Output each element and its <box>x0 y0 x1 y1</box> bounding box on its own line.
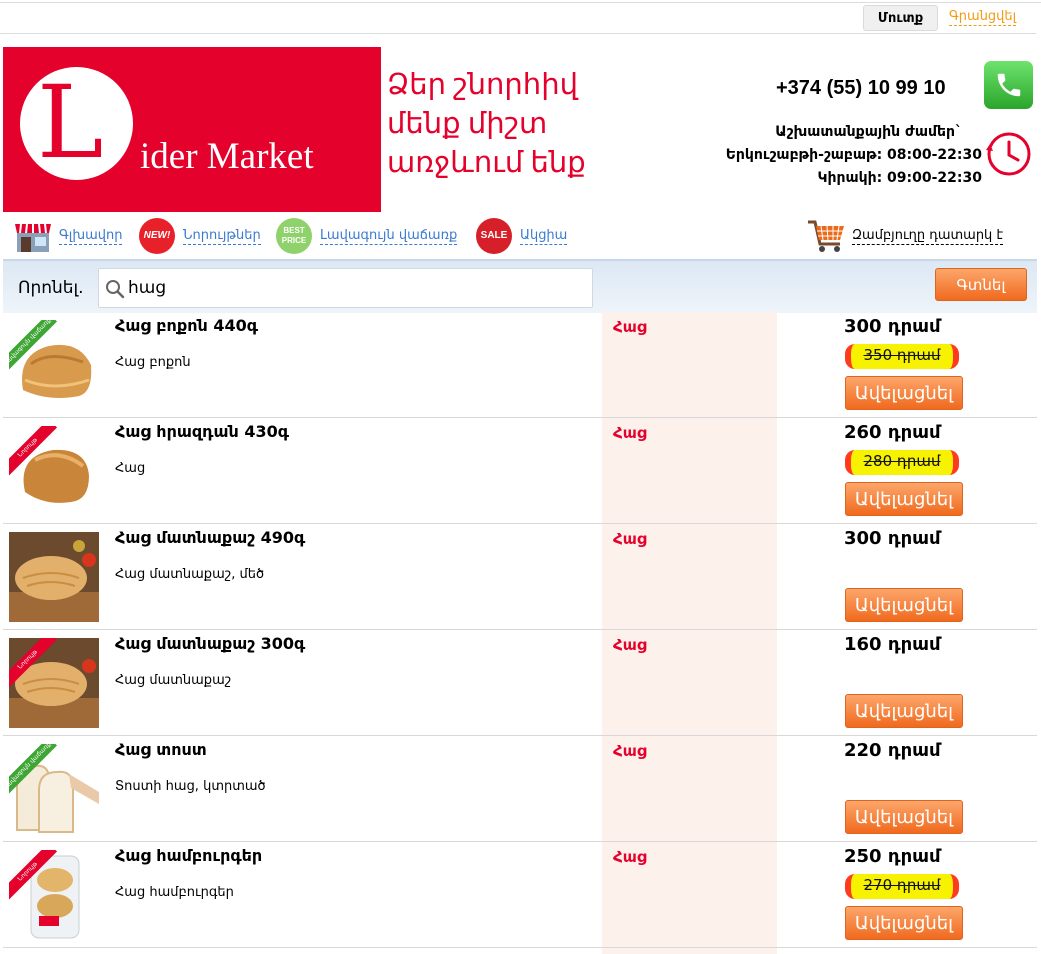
search-button[interactable]: Գտնել <box>935 268 1027 301</box>
product-category: Հաց <box>613 424 647 442</box>
product-row: Նորույթ Հաց մատնաքաշ 300գ Հաց մատնաքաշ Հ… <box>3 630 1037 736</box>
nav-home[interactable]: Գլխավոր <box>13 217 123 255</box>
clock-icon <box>986 132 1031 176</box>
sale-badge: SALE <box>476 218 512 254</box>
slogan: Ձեր շնորհիվ մենք միշտ առջևում ենք <box>387 66 617 183</box>
register-link[interactable]: Գրանցվել <box>949 9 1017 26</box>
product-description: Հաց մատնաքաշ <box>115 673 232 688</box>
product-image[interactable]: Նորույթ <box>9 850 99 940</box>
product-image[interactable]: Լավագույն վաճառք <box>9 320 99 410</box>
nav-best[interactable]: BEST PRICE Լավագույն վաճառք <box>274 217 458 255</box>
add-to-cart-button[interactable]: Ավելացնել <box>845 800 963 834</box>
product-name[interactable]: Հաց տոստ <box>115 739 207 761</box>
product-name[interactable]: Հաց հրազդան 430գ <box>115 421 289 443</box>
nav-sale[interactable]: SALE Ակցիա <box>474 217 568 255</box>
top-border <box>0 2 1041 3</box>
product-name[interactable]: Հաց մատնաքաշ 490գ <box>115 527 305 549</box>
product-description: Հաց <box>115 461 146 476</box>
add-to-cart-button[interactable]: Ավելացնել <box>845 906 963 940</box>
product-category: Հաց <box>613 636 647 654</box>
login-button[interactable]: Մուտք <box>863 5 938 31</box>
matnakash-bread-icon <box>9 638 99 728</box>
logo[interactable]: L ider Market <box>3 47 381 212</box>
matnakash-bread-icon <box>9 532 99 622</box>
slogan-line: մենք միշտ <box>387 108 548 140</box>
working-hours: Աշխատանքային ժամեր` Երկուշաբթի-շաբաթ: 08… <box>726 121 982 190</box>
slogan-line: առջևում ենք <box>387 147 586 179</box>
hours-weekdays: Երկուշաբթի-շաբաթ: 08:00-22:30 <box>725 147 982 163</box>
product-row: Նորույթ Հաց համբուրգեր Հաց համբուրգեր Հա… <box>3 842 1037 948</box>
product-image[interactable]: Նորույթ <box>9 426 99 516</box>
best-price-badge: BEST PRICE <box>276 218 312 254</box>
add-to-cart-button[interactable]: Ավելացնել <box>845 694 963 728</box>
search-icon <box>106 280 125 299</box>
slogan-line: Ձեր շնորհիվ <box>387 69 578 101</box>
best-price-icon: BEST PRICE <box>274 217 314 255</box>
cart-icon <box>806 217 846 255</box>
store-icon <box>13 217 53 255</box>
product-row: Լավագույն վաճառք Հաց բոքոն 440գ Հաց բոքո… <box>3 312 1037 418</box>
product-category: Հաց <box>613 742 647 760</box>
product-row: Հաց մատնաքաշ 490գ Հաց մատնաքաշ, մեծ Հաց … <box>3 524 1037 630</box>
product-category: Հաց <box>613 530 647 548</box>
cart[interactable]: Զամբյուղը դատարկ է <box>806 217 1004 255</box>
product-old-price: 350 դրամ <box>845 344 959 369</box>
product-row: Լավագույն վաճառք Հաց տոստ Տոստի հաց, կտր… <box>3 736 1037 842</box>
product-image[interactable]: Լավագույն վաճառք <box>9 744 99 834</box>
logo-letter: L <box>37 64 104 181</box>
nav-home-label[interactable]: Գլխավոր <box>59 228 123 245</box>
product-description: Հաց մատնաքաշ, մեծ <box>115 567 265 582</box>
product-row: Նորույթ Հաց հրազդան 430գ Հաց Հաց 260 դրա… <box>3 418 1037 524</box>
hours-sunday: Կիրակի: 09:00-22:30 <box>817 170 982 186</box>
product-price: 250 դրամ <box>844 846 941 867</box>
phone-number: +374 (55) 10 99 10 <box>776 77 946 99</box>
search-box[interactable] <box>98 268 593 308</box>
bread-loaf-icon <box>9 320 99 410</box>
nav-best-label[interactable]: Լավագույն վաճառք <box>320 228 458 245</box>
product-price: 300 դրամ <box>844 316 941 337</box>
toast-bread-icon <box>9 744 99 834</box>
product-price: 220 դրամ <box>844 740 941 761</box>
product-description: Հաց բոքոն <box>115 355 191 370</box>
nav-new-label[interactable]: Նորույթներ <box>183 228 261 245</box>
product-name[interactable]: Հաց բոքոն 440գ <box>115 315 258 337</box>
add-to-cart-button[interactable]: Ավելացնել <box>845 588 963 622</box>
product-description: Տոստի հաց, կտրտած <box>115 779 266 794</box>
product-image[interactable]: Նորույթ <box>9 638 99 728</box>
add-to-cart-button[interactable]: Ավելացնել <box>845 376 963 410</box>
add-to-cart-button[interactable]: Ավելացնել <box>845 482 963 516</box>
nav-new[interactable]: NEW! Նորույթներ <box>137 217 261 255</box>
product-old-price: 280 դրամ <box>845 450 959 475</box>
product-name[interactable]: Հաց համբուրգեր <box>115 845 262 867</box>
cart-label[interactable]: Զամբյուղը դատարկ է <box>852 228 1004 245</box>
product-price: 260 դրամ <box>844 422 941 443</box>
product-price: 160 դրամ <box>844 634 941 655</box>
new-badge: NEW! <box>139 218 175 254</box>
search-label: Որոնել. <box>18 278 84 298</box>
hours-title: Աշխատանքային ժամեր` <box>775 124 962 140</box>
product-price: 300 դրամ <box>844 528 941 549</box>
new-badge-icon: NEW! <box>137 217 177 255</box>
sale-icon: SALE <box>474 217 514 255</box>
product-old-price: 270 դրամ <box>845 874 959 899</box>
product-description: Հաց համբուրգեր <box>115 885 234 900</box>
product-category: Հաց <box>613 318 647 336</box>
phone-icon[interactable] <box>984 61 1033 109</box>
product-category: Հաց <box>613 848 647 866</box>
burger-bun-icon <box>9 850 99 940</box>
product-image[interactable] <box>9 532 99 622</box>
logo-text: ider Market <box>140 136 314 177</box>
search-bar: Որոնել. Գտնել <box>3 259 1037 313</box>
topbar-divider <box>0 33 1036 34</box>
bread-loaf-icon <box>9 426 99 516</box>
product-name[interactable]: Հաց մատնաքաշ 300գ <box>115 633 305 655</box>
product-list: Լավագույն վաճառք Հաց բոքոն 440գ Հաց բոքո… <box>3 312 1037 948</box>
nav-sale-label[interactable]: Ակցիա <box>520 228 568 245</box>
search-input[interactable] <box>128 275 578 301</box>
